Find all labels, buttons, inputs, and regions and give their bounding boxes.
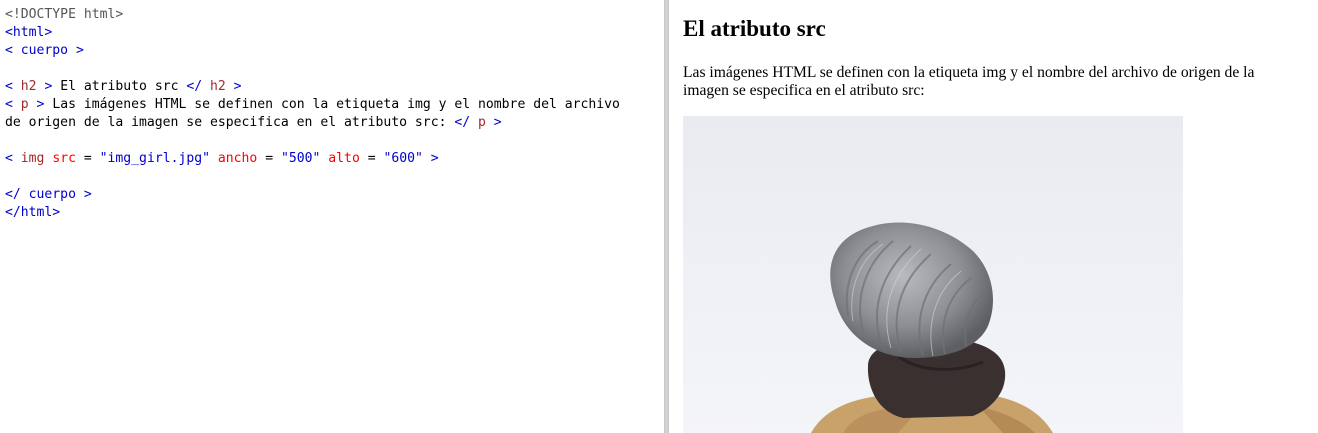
preview-paragraph: Las imágenes HTML se definen con la etiq… bbox=[683, 64, 1255, 99]
code-line-p-2: de origen de la imagen se especifica en … bbox=[5, 115, 502, 130]
code-line-body-close: </ cuerpo > bbox=[5, 187, 92, 202]
girl-photo-illustration bbox=[683, 116, 1183, 433]
code-line-blank-2 bbox=[5, 132, 664, 150]
code-line-p-1: < p > Las imágenes HTML se definen con l… bbox=[5, 97, 620, 112]
code-line-blank-3 bbox=[5, 168, 664, 186]
code-line-h2: < h2 > El atributo src </ h2 > bbox=[5, 79, 242, 94]
code-text[interactable]: <!DOCTYPE html> <html> < cuerpo > < h2 > El… bbox=[0, 0, 664, 222]
code-line-img: < img src = "img_girl.jpg" ancho = "500"… bbox=[5, 151, 439, 166]
code-line-doctype: <!DOCTYPE html> bbox=[5, 7, 124, 22]
preview-heading: El atributo src bbox=[683, 16, 826, 41]
code-editor-pane[interactable]: <!DOCTYPE html> <html> < cuerpo > < h2 > El… bbox=[0, 0, 664, 433]
preview-image bbox=[683, 116, 1183, 433]
code-line-body-open: < cuerpo > bbox=[5, 43, 84, 58]
code-line-html-close: </html> bbox=[5, 205, 61, 220]
code-line-blank-1 bbox=[5, 60, 664, 78]
result-preview-pane: El atributo src Las imágenes HTML se def… bbox=[669, 0, 1318, 433]
code-line-html-open: <html> bbox=[5, 25, 53, 40]
